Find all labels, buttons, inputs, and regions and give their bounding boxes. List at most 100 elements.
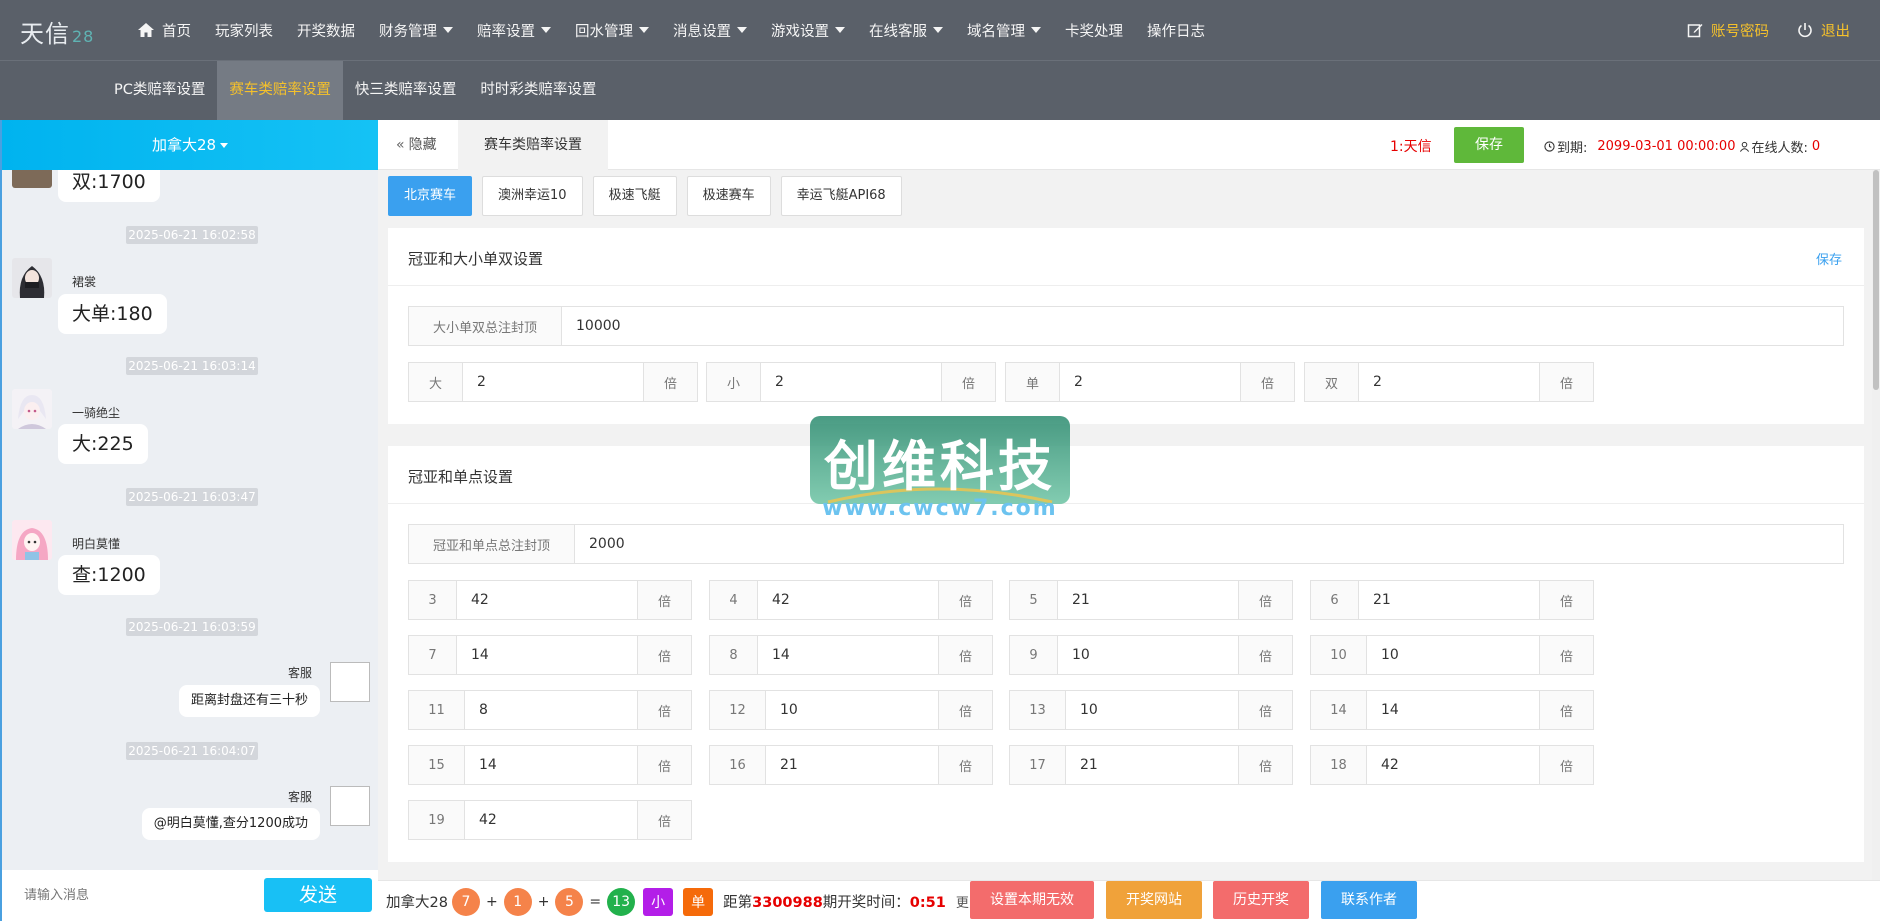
option-label: 单	[1006, 363, 1060, 401]
nav-item-game-settings[interactable]: 游戏设置	[771, 20, 845, 41]
subnav-ssc-odds[interactable]: 时时彩类赔率设置	[468, 61, 608, 120]
send-button[interactable]: 发送	[264, 878, 372, 912]
game-tab-au-lucky10[interactable]: 澳洲幸运10	[482, 176, 583, 216]
brand-number: 28	[72, 27, 95, 46]
nav-item-domains[interactable]: 域名管理	[967, 20, 1041, 41]
point-odds-input[interactable]: 14	[457, 636, 637, 674]
size-parity-cap-field: 大小单双总注封顶 10000	[408, 306, 1844, 346]
game-tab-speed-racing[interactable]: 极速赛车	[686, 176, 771, 216]
nav-item-rebate[interactable]: 回水管理	[575, 20, 649, 41]
point-odds-input[interactable]: 14	[1367, 691, 1539, 729]
result-sum-ball: 13	[607, 887, 636, 916]
subnav-k3-odds[interactable]: 快三类赔率设置	[343, 61, 469, 120]
game-tab-bj-racing[interactable]: 北京赛车	[388, 176, 473, 216]
nav-item-label: 域名管理	[967, 23, 1025, 40]
subnav-racing-odds[interactable]: 赛车类赔率设置	[217, 61, 343, 120]
option-odds-input[interactable]: 2	[463, 363, 643, 401]
card-save-link[interactable]: 保存	[1816, 249, 1842, 268]
unit-label: 倍	[938, 691, 992, 729]
nav-item-label: 玩家列表	[215, 23, 273, 40]
option-odds-input[interactable]: 2	[761, 363, 941, 401]
brand-logo[interactable]: 天信 28	[20, 14, 94, 49]
expire-value: 2099-03-01 00:00:00	[1597, 139, 1736, 154]
vertical-scrollbar[interactable]	[1872, 170, 1880, 880]
unit-label: 倍	[1539, 691, 1593, 729]
card-title: 冠亚和单点设置	[408, 468, 514, 486]
game-tab-speed-boat[interactable]: 极速飞艇	[592, 176, 677, 216]
size-parity-cap-input[interactable]: 10000	[562, 307, 1843, 345]
point-odds-input[interactable]: 42	[758, 581, 938, 619]
account-password-link[interactable]: 账号密码	[1687, 20, 1769, 41]
point-odds-field: 8 14 倍	[709, 635, 993, 675]
point-odds-field: 16 21 倍	[709, 745, 993, 785]
single-point-cap-field: 冠亚和单点总注封顶 2000	[408, 524, 1844, 564]
nav-item-logs[interactable]: 操作日志	[1147, 20, 1205, 41]
nav-item-players[interactable]: 玩家列表	[215, 20, 273, 41]
draw-site-button[interactable]: 开奖网站	[1106, 881, 1202, 919]
point-odds-input[interactable]: 10	[1058, 636, 1238, 674]
nav-item-label: 首页	[162, 23, 191, 40]
edit-icon	[1687, 24, 1703, 38]
point-label: 11	[409, 691, 465, 729]
nav-item-label: 开奖数据	[297, 23, 355, 40]
point-odds-input[interactable]: 8	[465, 691, 637, 729]
caret-down-icon	[835, 27, 845, 33]
chat-panel: 加拿大28 双:1700 2025-06-21 16:02:58 裙裳 大单:1…	[0, 120, 378, 921]
logout-link[interactable]: 退出	[1797, 20, 1850, 41]
draw-result: 加拿大28 7 + 1 + 5 = 13 小 单 距第3300988期开奖时间：…	[386, 881, 997, 921]
nav-item-odds[interactable]: 赔率设置	[477, 20, 551, 41]
point-odds-input[interactable]: 10	[1066, 691, 1238, 729]
account-password-label: 账号密码	[1711, 23, 1769, 40]
game-tab-lucky-boat-api68[interactable]: 幸运飞艇API68	[780, 176, 902, 216]
plus-sign: +	[537, 893, 550, 910]
invalidate-issue-button[interactable]: 设置本期无效	[970, 881, 1094, 919]
single-point-cap-input[interactable]: 2000	[575, 525, 1843, 563]
nav-item-support[interactable]: 在线客服	[869, 20, 943, 41]
tab-racing-odds[interactable]: 赛车类赔率设置	[458, 120, 608, 170]
chat-room-selector[interactable]: 加拿大28	[2, 120, 378, 170]
card-header: 冠亚和大小单双设置 保存	[388, 228, 1864, 286]
point-label: 18	[1311, 746, 1367, 784]
nav-item-stuck-draw[interactable]: 卡奖处理	[1065, 20, 1123, 41]
point-odds-field: 10 10 倍	[1310, 635, 1594, 675]
contact-author-button[interactable]: 联系作者	[1321, 881, 1417, 919]
nav-item-messages[interactable]: 消息设置	[673, 20, 747, 41]
nav-item-home[interactable]: 首页	[138, 20, 191, 41]
nav-item-finance[interactable]: 财务管理	[379, 20, 453, 41]
caret-down-icon	[1031, 27, 1041, 33]
hide-panel-button[interactable]: «隐藏	[396, 120, 437, 170]
option-odds-input[interactable]: 2	[1060, 363, 1240, 401]
dist-mid: 期开奖时间：	[822, 895, 910, 911]
scrollbar-thumb[interactable]	[1873, 170, 1879, 390]
point-odds-input[interactable]: 42	[465, 801, 637, 839]
save-button[interactable]: 保存	[1454, 127, 1524, 163]
draw-history-button[interactable]: 历史开奖	[1213, 881, 1309, 919]
option-odds-input[interactable]: 2	[1359, 363, 1539, 401]
sub-navbar: PC类赔率设置 赛车类赔率设置 快三类赔率设置 时时彩类赔率设置	[0, 60, 1880, 120]
avatar	[12, 520, 52, 560]
subnav-pc-odds[interactable]: PC类赔率设置	[102, 61, 217, 120]
size-parity-card: 冠亚和大小单双设置 保存 大小单双总注封顶 10000 大2倍小2倍单2倍双2倍	[388, 228, 1864, 424]
size-parity-option-field: 单2倍	[1005, 362, 1295, 402]
unit-label: 倍	[637, 691, 691, 729]
chat-username: 明白莫懂	[72, 537, 121, 551]
point-odds-input[interactable]: 10	[1367, 636, 1539, 674]
point-odds-input[interactable]: 21	[1058, 581, 1238, 619]
content-toolbar: «隐藏 赛车类赔率设置 1:天信 保存 到期: 2099-03-01 00:00…	[378, 120, 1880, 170]
point-odds-input[interactable]: 21	[1359, 581, 1539, 619]
point-odds-input[interactable]: 21	[1066, 746, 1238, 784]
message-time: 2025-06-21 16:03:14	[126, 357, 258, 375]
point-odds-input[interactable]: 42	[1367, 746, 1539, 784]
unit-label: 倍	[1539, 636, 1593, 674]
point-odds-input[interactable]: 42	[457, 581, 637, 619]
unit-label: 倍	[938, 581, 992, 619]
chat-bubble: 查:1200	[58, 555, 160, 595]
nav-item-draw-data[interactable]: 开奖数据	[297, 20, 355, 41]
point-odds-input[interactable]: 10	[766, 691, 938, 729]
point-odds-input[interactable]: 14	[758, 636, 938, 674]
chat-message-input[interactable]	[24, 888, 224, 903]
point-odds-input[interactable]: 21	[766, 746, 938, 784]
user-icon	[1740, 141, 1750, 152]
draw-status-bar: 加拿大28 7 + 1 + 5 = 13 小 单 距第3300988期开奖时间：…	[378, 880, 1880, 921]
point-odds-input[interactable]: 14	[465, 746, 637, 784]
